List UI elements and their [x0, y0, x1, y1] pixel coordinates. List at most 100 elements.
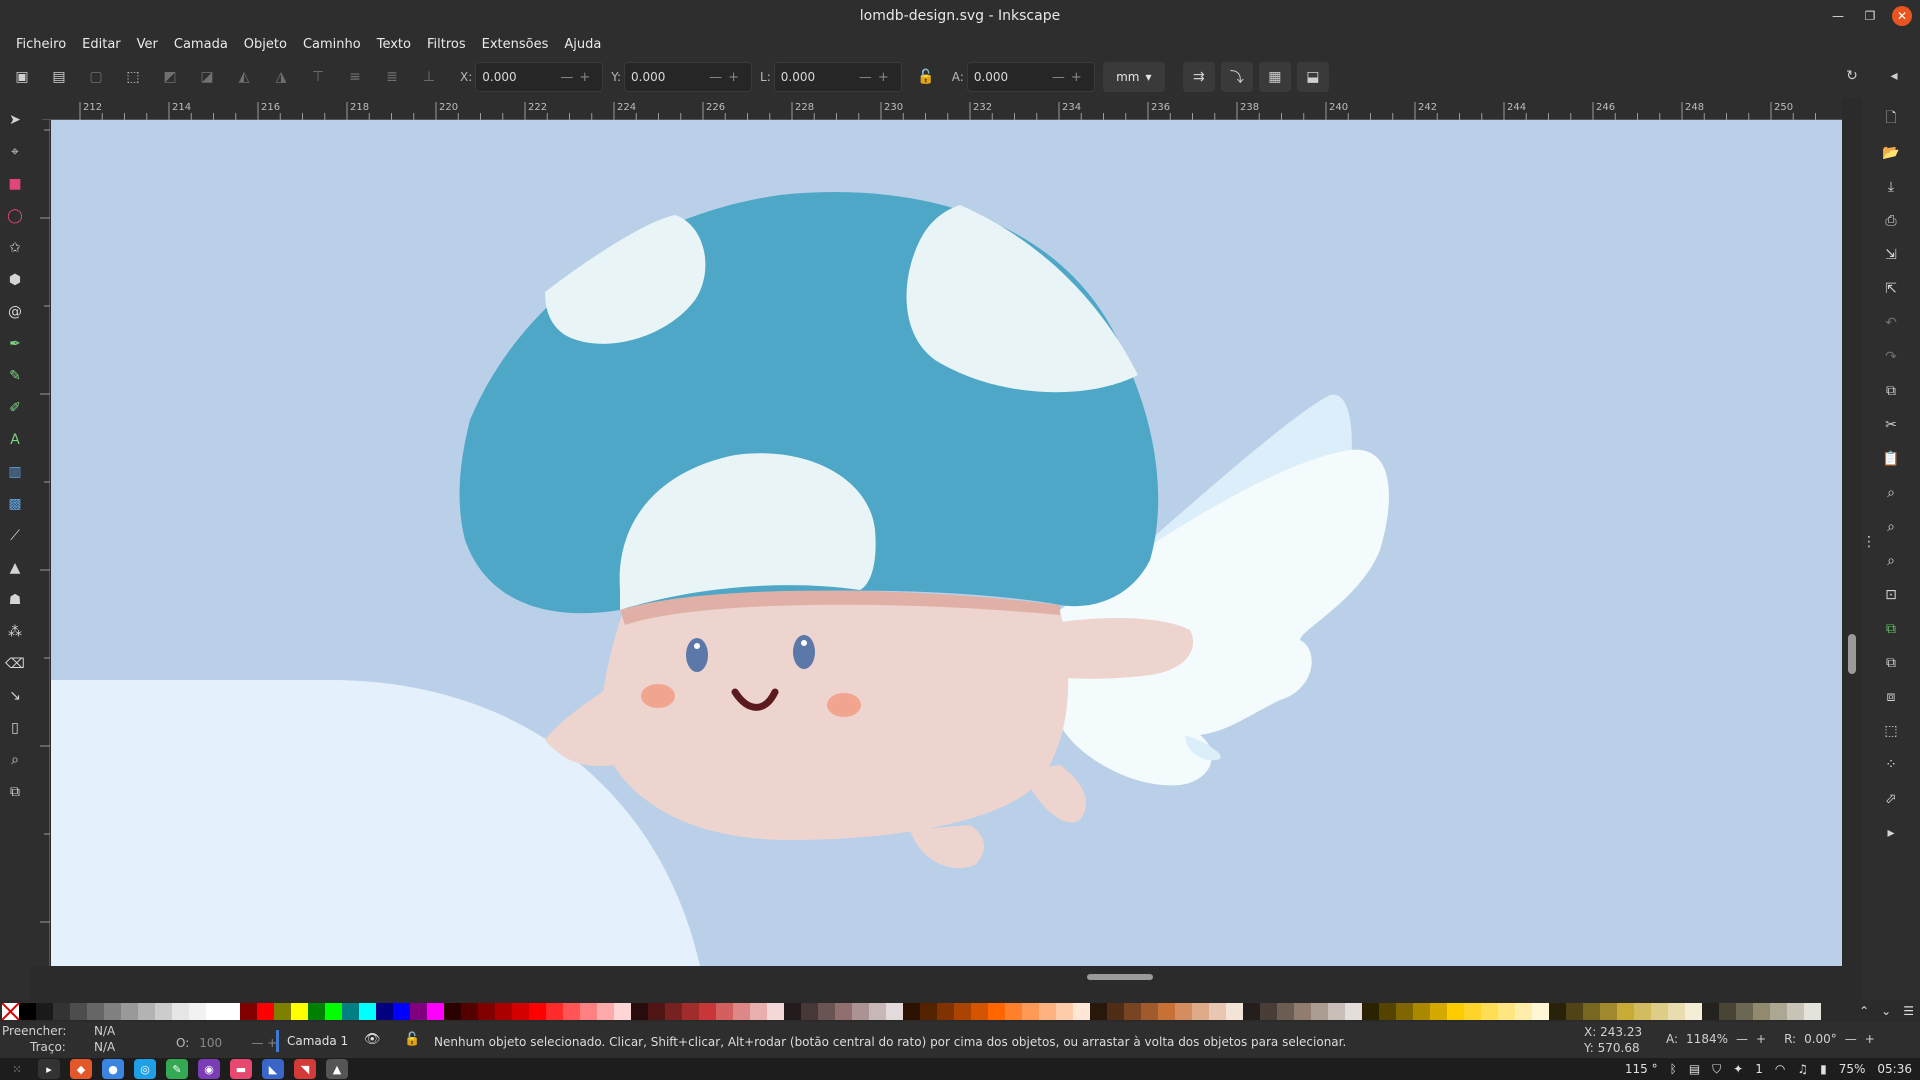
palette-swatch[interactable] [648, 1002, 665, 1020]
horizontal-scrollbar[interactable] [51, 966, 1842, 986]
palette-swatch[interactable] [1379, 1002, 1396, 1020]
palette-swatch[interactable] [1481, 1002, 1498, 1020]
snap-icon[interactable]: ↻ [1838, 62, 1866, 90]
rotate-ccw-icon[interactable]: ◩ [156, 63, 184, 91]
palette-swatch[interactable] [1192, 1002, 1209, 1020]
chrome-icon[interactable]: ● [102, 1059, 124, 1079]
palette-swatch[interactable] [393, 1002, 410, 1020]
palette-swatch[interactable] [597, 1002, 614, 1020]
palette-swatch[interactable] [665, 1002, 682, 1020]
palette-down-icon[interactable]: ⌄ [1881, 1004, 1891, 1018]
palette-swatch[interactable] [53, 1002, 70, 1020]
width-stepper[interactable]: —+ [859, 70, 895, 85]
terminal-icon[interactable]: ▸ [38, 1059, 60, 1079]
no-paint-swatch[interactable] [2, 1002, 19, 1020]
maximize-button[interactable]: ❐ [1860, 6, 1880, 26]
clone-icon[interactable]: ⧉ [1879, 646, 1903, 680]
text-icon[interactable]: A [3, 424, 27, 456]
pages-icon[interactable]: ▯ [3, 712, 27, 744]
panel-handle-icon[interactable]: ⋮ [1862, 534, 1876, 550]
palette-swatch[interactable] [1736, 1002, 1753, 1020]
more-icon[interactable]: ▸ [1879, 816, 1903, 850]
rotate-minus-button[interactable]: — [1845, 1032, 1857, 1046]
palette-swatch[interactable] [1056, 1002, 1073, 1020]
mesh-icon[interactable]: ▩ [3, 488, 27, 520]
palette-swatch[interactable] [495, 1002, 512, 1020]
menu-caminho[interactable]: Caminho [295, 37, 369, 52]
rotate-plus-button[interactable]: + [1865, 1032, 1875, 1046]
new-doc-icon[interactable]: 🗋 [1879, 102, 1903, 136]
palette-menu-icon[interactable]: ☰ [1903, 1004, 1914, 1018]
palette-swatch[interactable] [1226, 1002, 1243, 1020]
palette-swatch[interactable] [750, 1002, 767, 1020]
y-stepper[interactable]: —+ [709, 70, 745, 85]
palette-swatch[interactable] [920, 1002, 937, 1020]
x-field[interactable]: 0.000 —+ [475, 62, 604, 92]
palette-swatch[interactable] [1294, 1002, 1311, 1020]
clone-icon[interactable]: ⧉ [3, 776, 27, 808]
collapse-panel-icon[interactable]: ◂ [1880, 62, 1908, 90]
palette-swatch[interactable] [274, 1002, 291, 1020]
vscode-icon[interactable]: ◣ [262, 1059, 284, 1079]
palette-swatch[interactable] [1277, 1002, 1294, 1020]
palette-swatch[interactable] [461, 1002, 478, 1020]
minimize-button[interactable]: — [1828, 6, 1848, 26]
palette-swatch[interactable] [1668, 1002, 1685, 1020]
raise-icon[interactable]: ≡ [341, 63, 369, 91]
apps-grid-icon[interactable]: ⁙ [6, 1059, 28, 1079]
palette-swatch[interactable] [104, 1002, 121, 1020]
lower-icon[interactable]: ≣ [378, 63, 406, 91]
copy-icon[interactable]: ⧉ [1879, 374, 1903, 408]
palette-swatch[interactable] [988, 1002, 1005, 1020]
paint-bucket-icon[interactable]: ▲ [3, 552, 27, 584]
menu-filtros[interactable]: Filtros [419, 37, 474, 52]
gradient-icon[interactable]: ▥ [3, 456, 27, 488]
zoom-icon[interactable]: ⌕ [3, 744, 27, 776]
github-icon[interactable]: ◉ [198, 1059, 220, 1079]
palette-swatch[interactable] [359, 1002, 376, 1020]
palette-swatch[interactable] [1413, 1002, 1430, 1020]
palette-swatch[interactable] [478, 1002, 495, 1020]
palette-swatch[interactable] [512, 1002, 529, 1020]
deselect-icon[interactable]: ▢ [82, 63, 110, 91]
palette-swatch[interactable] [1209, 1002, 1226, 1020]
music-icon[interactable]: ♫ [1797, 1062, 1808, 1076]
import-icon[interactable]: ⇲ [1879, 238, 1903, 272]
palette-swatch[interactable] [1107, 1002, 1124, 1020]
brave-browser-icon[interactable]: ◆ [70, 1059, 92, 1079]
rotate-value[interactable]: 0.00° [1804, 1032, 1837, 1046]
tweak-icon[interactable]: ☗ [3, 584, 27, 616]
pencil-icon[interactable]: ✎ [3, 360, 27, 392]
select-same-icon[interactable]: ⬚ [119, 63, 147, 91]
palette-swatch[interactable] [835, 1002, 852, 1020]
palette-swatch[interactable] [767, 1002, 784, 1020]
palette-swatch[interactable] [1685, 1002, 1702, 1020]
palette-swatch[interactable] [801, 1002, 818, 1020]
select-all-layers-icon[interactable]: ▤ [45, 63, 73, 91]
zoom-in-button[interactable]: + [1756, 1032, 1766, 1046]
move-patterns-icon[interactable]: ⬓ [1296, 62, 1329, 92]
layer-indicator[interactable]: Camada 1 [276, 1030, 348, 1052]
palette-swatch[interactable] [291, 1002, 308, 1020]
palette-swatch[interactable] [427, 1002, 444, 1020]
palette-swatch[interactable] [1753, 1002, 1770, 1020]
shield-icon[interactable]: ⛉ [1712, 1062, 1721, 1077]
visibility-eye-icon[interactable]: 👁 [364, 1032, 381, 1047]
palette-swatch[interactable] [1566, 1002, 1583, 1020]
top-ruler[interactable]: 212 214 216 218 220 222 224 226 228 230 232 234 236 2… [42, 98, 1842, 120]
palette-swatch[interactable] [1396, 1002, 1413, 1020]
palette-swatch[interactable] [1260, 1002, 1277, 1020]
palette-swatch[interactable] [699, 1002, 716, 1020]
palette-swatch[interactable] [1039, 1002, 1056, 1020]
height-field[interactable]: 0.000 —+ [966, 62, 1095, 92]
lock-ratio-icon[interactable]: 🔓 [912, 63, 940, 91]
palette-swatch[interactable] [1583, 1002, 1600, 1020]
eraser-icon[interactable]: ⌫ [3, 648, 27, 680]
duplicate-icon[interactable]: ⧉ [1879, 612, 1903, 646]
palette-swatch[interactable] [1804, 1002, 1821, 1020]
palette-swatch[interactable] [563, 1002, 580, 1020]
palette-swatch[interactable] [308, 1002, 325, 1020]
palette-swatch[interactable] [1515, 1002, 1532, 1020]
menu-editar[interactable]: Editar [74, 37, 129, 52]
palette-swatch[interactable] [257, 1002, 274, 1020]
